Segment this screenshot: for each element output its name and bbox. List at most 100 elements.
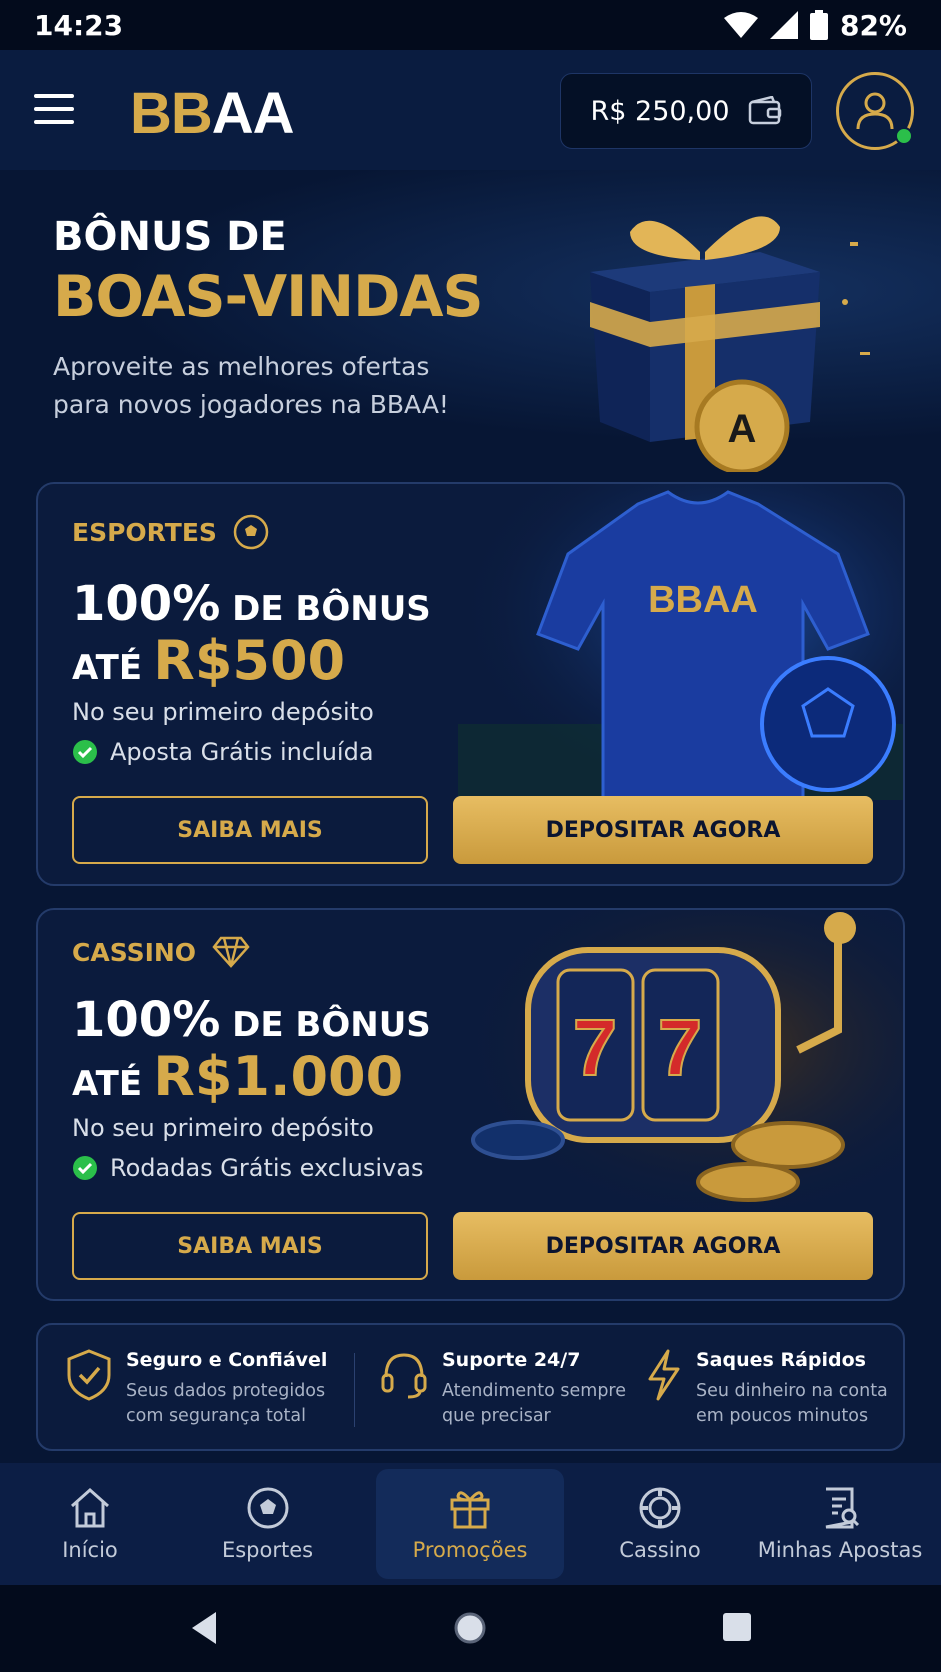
sports-bonus-ate: ATÉ xyxy=(72,648,143,688)
wifi-icon xyxy=(723,12,758,38)
gift-box-illustration: A xyxy=(590,216,870,472)
lightning-icon xyxy=(648,1349,680,1401)
casino-bonus-card: 7 7 CASSINO 100% DE BÔNUS ATÉ R$1.000 No… xyxy=(36,908,905,1301)
sports-tag: ESPORTES xyxy=(72,514,269,550)
logo-white-part: AA xyxy=(211,81,295,146)
reel-2-symbol: 7 xyxy=(658,1003,703,1092)
check-circle-icon xyxy=(73,740,97,764)
casino-bonus-percent: 100% xyxy=(72,992,221,1048)
sports-perk-label: Aposta Grátis incluída xyxy=(110,738,374,766)
sports-bonus-desc: No seu primeiro depósito xyxy=(72,698,374,726)
nav-label-esportes: Esportes xyxy=(221,1538,314,1562)
user-icon xyxy=(856,92,894,130)
balance-amount: R$ 250,00 xyxy=(590,95,730,127)
jersey-text: BBAA xyxy=(648,579,758,621)
nav-label-cassino: Cassino xyxy=(619,1538,701,1562)
menu-line xyxy=(34,107,74,111)
sports-deposit-button[interactable]: DEPOSITAR AGORA xyxy=(453,796,873,864)
diamond-icon xyxy=(212,936,250,968)
casino-deposit-button[interactable]: DEPOSITAR AGORA xyxy=(453,1212,873,1280)
hero-subtitle: Aproveite as melhores ofertas para novos… xyxy=(53,352,449,419)
reel-1-symbol: 7 xyxy=(573,1003,618,1092)
hamburger-menu-button[interactable] xyxy=(34,94,74,128)
menu-line xyxy=(34,94,74,98)
soccer-ball-icon xyxy=(233,514,269,550)
nav-item-esportes[interactable]: Esportes xyxy=(195,1463,340,1585)
casino-bonus-word: DE BÔNUS xyxy=(220,1005,431,1045)
hero-title-line2: BOAS-VINDAS xyxy=(53,264,484,330)
brand-logo[interactable]: BBAA xyxy=(130,80,295,147)
nav-label-inicio: Início xyxy=(62,1538,118,1562)
casino-bonus-headline-1: 100% DE BÔNUS xyxy=(72,996,431,1044)
feature-fast-withdraw-text: Saques Rápidos Seu dinheiro na conta em … xyxy=(696,1349,896,1429)
check-circle-icon xyxy=(73,1156,97,1180)
system-navigation-bar xyxy=(0,1585,941,1672)
sports-bonus-amount: R$500 xyxy=(153,629,346,692)
logo-gold-part: BB xyxy=(130,81,213,146)
casino-tag: CASSINO xyxy=(72,936,250,968)
soccer-ball-icon xyxy=(247,1487,288,1529)
recent-apps-icon[interactable] xyxy=(722,1612,752,1642)
casino-tag-label: CASSINO xyxy=(72,937,197,967)
feature-support-text: Suporte 24/7 Atendimento sempre que prec… xyxy=(442,1349,632,1429)
wallet-icon xyxy=(748,96,781,125)
feature-fast-withdraw-title: Saques Rápidos xyxy=(696,1349,866,1371)
nav-label-promocoes: Promoções xyxy=(412,1538,528,1562)
welcome-bonus-hero: BÔNUS DE BOAS-VINDAS Aproveite as melhor… xyxy=(0,170,941,472)
online-status-dot xyxy=(895,127,913,145)
battery-percent: 82% xyxy=(839,8,907,42)
sports-bonus-perk: Aposta Grátis incluída xyxy=(72,738,374,766)
jersey-illustration: BBAA xyxy=(458,484,903,800)
feature-fast-withdraw-desc: Seu dinheiro na conta em poucos minutos xyxy=(696,1381,888,1426)
nav-item-inicio[interactable]: Início xyxy=(20,1463,160,1585)
svg-text:A: A xyxy=(728,407,757,451)
feature-secure-title: Seguro e Confiável xyxy=(126,1349,328,1371)
feature-support-title: Suporte 24/7 xyxy=(442,1349,581,1371)
back-icon[interactable] xyxy=(188,1610,220,1646)
slot-machine-illustration: 7 7 xyxy=(458,910,903,1210)
feature-secure-desc: Seus dados protegidos com segurança tota… xyxy=(126,1381,326,1426)
casino-perk-label: Rodadas Grátis exclusivas xyxy=(110,1154,424,1182)
sports-bonus-card: BBAA ESPORTES 100% DE BÔNUS ATÉ R$500 No… xyxy=(36,482,905,886)
menu-line xyxy=(34,120,74,124)
status-time: 14:23 xyxy=(34,8,124,42)
feature-fast-withdraw: Saques Rápidos Seu dinheiro na conta em … xyxy=(646,1349,896,1429)
home-icon xyxy=(71,1487,109,1528)
nav-item-promocoes[interactable]: Promoções xyxy=(376,1469,564,1579)
sports-bonus-word: DE BÔNUS xyxy=(220,589,431,629)
feature-secure-text: Seguro e Confiável Seus dados protegidos… xyxy=(126,1349,336,1429)
user-avatar-button[interactable] xyxy=(836,72,914,150)
nav-item-minhas-apostas[interactable]: Minhas Apostas xyxy=(752,1463,928,1585)
status-bar: 14:23 82% xyxy=(0,0,941,50)
app-header: BBAA R$ 250,00 xyxy=(0,50,941,170)
nav-label-minhas-apostas: Minhas Apostas xyxy=(757,1538,923,1562)
sports-tag-label: ESPORTES xyxy=(72,517,217,547)
feature-divider xyxy=(354,1353,355,1427)
wallet-balance-button[interactable]: R$ 250,00 xyxy=(560,73,812,149)
shield-check-icon xyxy=(67,1349,111,1401)
casino-bonus-headline-2: ATÉ R$1.000 xyxy=(72,1050,403,1104)
headset-icon xyxy=(381,1353,427,1399)
battery-icon xyxy=(809,10,828,40)
casino-learn-more-button[interactable]: SAIBA MAIS xyxy=(72,1212,428,1280)
sports-bonus-headline-2: ATÉ R$500 xyxy=(72,634,345,688)
sports-bonus-headline-1: 100% DE BÔNUS xyxy=(72,580,431,628)
feature-support: Suporte 24/7 Atendimento sempre que prec… xyxy=(380,1349,632,1429)
nav-item-cassino[interactable]: Cassino xyxy=(595,1463,725,1585)
casino-bonus-amount: R$1.000 xyxy=(153,1045,404,1108)
bet-slip-icon xyxy=(825,1487,860,1529)
home-circle-icon[interactable] xyxy=(452,1610,488,1646)
casino-bonus-desc: No seu primeiro depósito xyxy=(72,1114,374,1142)
gift-icon xyxy=(450,1491,490,1529)
casino-chip-icon xyxy=(639,1487,681,1529)
bottom-navigation: Início Esportes Promoções Cassino Minhas… xyxy=(0,1463,941,1585)
feature-secure: Seguro e Confiável Seus dados protegidos… xyxy=(66,1349,336,1429)
casino-bonus-ate: ATÉ xyxy=(72,1064,143,1104)
sports-learn-more-button[interactable]: SAIBA MAIS xyxy=(72,796,428,864)
sports-bonus-percent: 100% xyxy=(72,576,221,632)
status-icons: 82% xyxy=(723,8,907,42)
hero-title-line1: BÔNUS DE xyxy=(53,214,287,260)
cellular-signal-icon xyxy=(769,11,798,39)
feature-support-desc: Atendimento sempre que precisar xyxy=(442,1381,627,1426)
casino-bonus-perk: Rodadas Grátis exclusivas xyxy=(72,1154,423,1182)
